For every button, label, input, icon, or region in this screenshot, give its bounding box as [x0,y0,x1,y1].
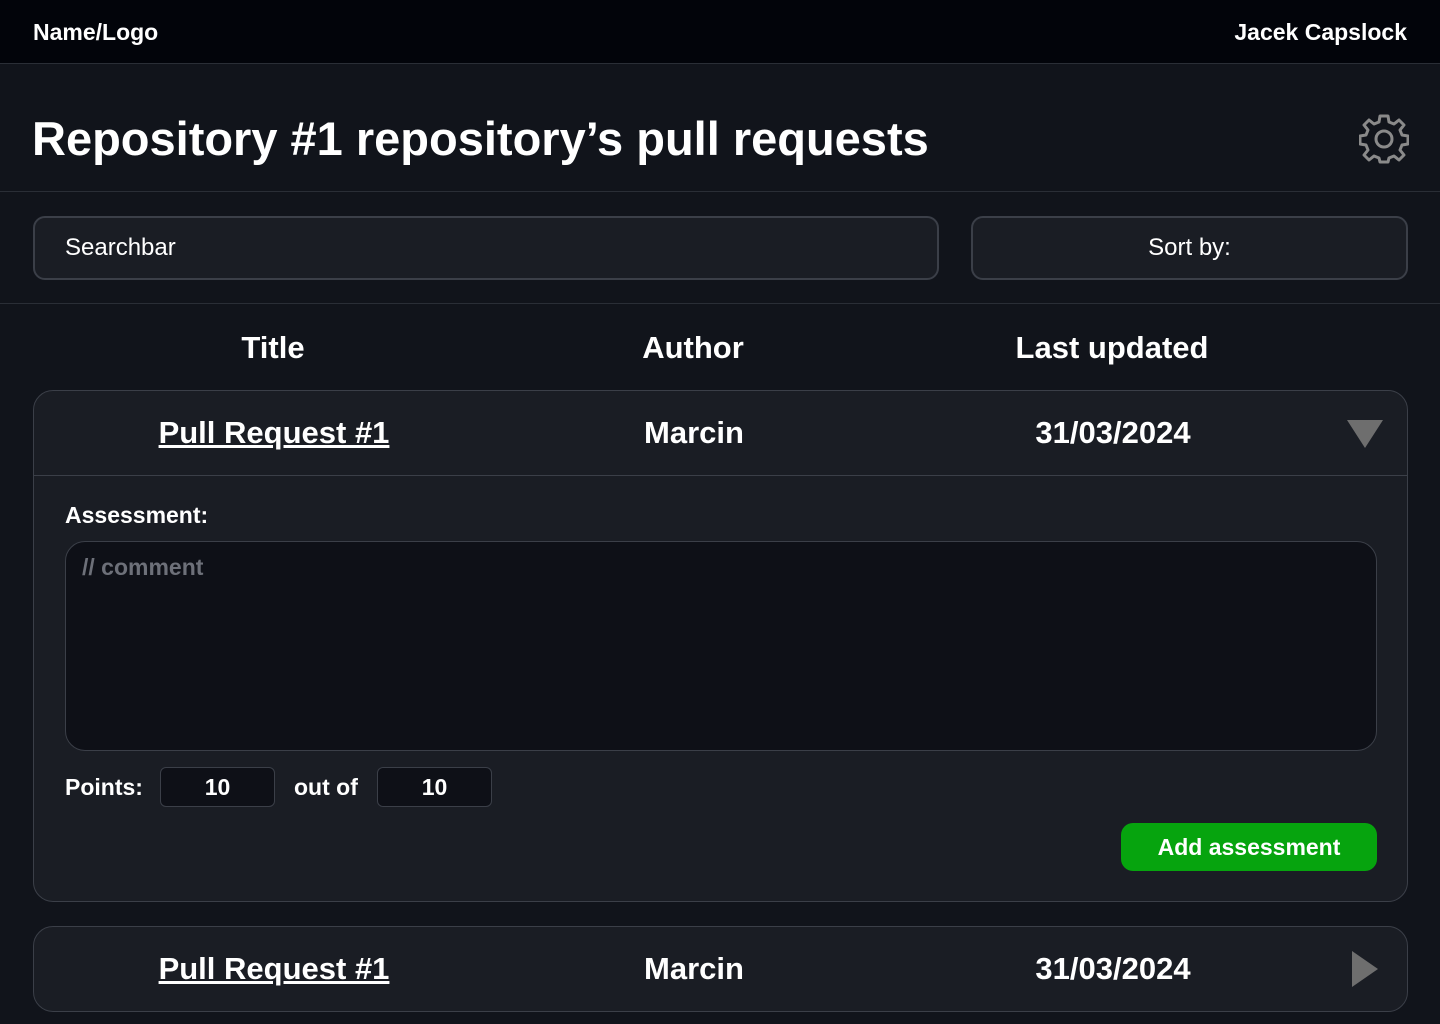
column-header-author: Author [642,330,744,365]
pull-request-last-updated: 31/03/2024 [1035,415,1191,450]
pull-request-title-link[interactable]: Pull Request #1 [159,415,390,451]
triangle-down-icon[interactable] [1347,418,1383,450]
pull-request-title-link[interactable]: Pull Request #1 [159,951,390,987]
assessment-comment-field[interactable] [65,541,1377,751]
column-header-last-updated: Last updated [1015,330,1209,365]
out-of-label: out of [294,774,358,800]
triangle-right-icon[interactable] [1350,951,1380,987]
points-label: Points: [65,774,143,800]
add-assessment-button[interactable]: Add assessment [1121,823,1377,871]
pull-request-card-collapsed: Pull Request #1 Marcin 31/03/2024 [33,926,1408,1012]
max-points-input[interactable] [377,767,492,807]
pull-request-last-updated: 31/03/2024 [1035,951,1191,986]
brand-logo[interactable]: Name/Logo [33,19,158,46]
assessment-label: Assessment: [65,502,209,528]
table-row[interactable]: Pull Request #1 Marcin 31/03/2024 [34,927,1407,1012]
search-input[interactable] [33,216,939,280]
user-name[interactable]: Jacek Capslock [1234,19,1407,46]
top-navigation-bar: Name/Logo Jacek Capslock [0,0,1440,64]
points-input[interactable] [160,767,275,807]
pull-request-author: Marcin [644,951,744,986]
gear-icon[interactable] [1359,114,1409,164]
table-row[interactable]: Pull Request #1 Marcin 31/03/2024 [34,391,1407,476]
column-header-title: Title [241,330,305,365]
pull-request-author: Marcin [644,415,744,450]
sort-dropdown[interactable]: Sort by: [971,216,1408,280]
page-title: Repository #1 repository’s pull requests [32,112,929,165]
pull-request-card-expanded: Pull Request #1 Marcin 31/03/2024 Assess… [33,390,1408,902]
filter-toolbar: Sort by: [0,192,1440,304]
page-header: Repository #1 repository’s pull requests [0,64,1440,192]
